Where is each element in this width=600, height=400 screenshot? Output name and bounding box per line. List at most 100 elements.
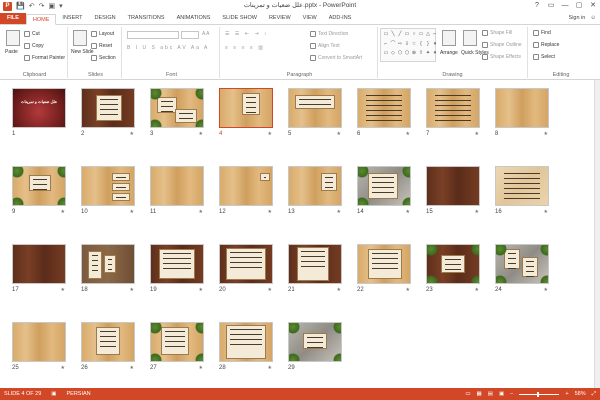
replace-button[interactable]: Replace (533, 42, 559, 48)
slide-thumbnail-19[interactable]: 19 ★ (150, 244, 204, 293)
slide-preview-20[interactable] (219, 244, 273, 284)
slide-preview-9[interactable] (12, 166, 66, 206)
slide-thumbnail-18[interactable]: 18 ★ (81, 244, 135, 293)
slide-preview-2[interactable] (81, 88, 135, 128)
slide-thumbnail-8[interactable]: 8 ★ (495, 88, 549, 137)
slideshow-view-icon[interactable]: ▣ (499, 391, 504, 397)
format-painter-button[interactable]: Format Painter (24, 55, 65, 61)
slide-thumbnail-4[interactable]: 4 ★ (219, 88, 273, 137)
slide-preview-13[interactable] (288, 166, 342, 206)
zoom-slider-knob[interactable] (537, 391, 540, 397)
convert-smartart-button[interactable]: Convert to SmartArt (310, 55, 362, 61)
slide-thumbnail-22[interactable]: 22 ★ (357, 244, 411, 293)
slide-thumbnail-10[interactable]: 10 ★ (81, 166, 135, 215)
layout-button[interactable]: Layout (91, 31, 114, 37)
font-name-combo[interactable] (127, 31, 179, 39)
undo-icon[interactable]: ↶ (29, 2, 35, 10)
normal-view-icon[interactable]: ▭ (465, 391, 470, 397)
list-buttons[interactable]: ☰ ☰ ⇤ ⇥ ↕ (225, 31, 268, 37)
slide-preview-23[interactable] (426, 244, 480, 284)
slide-preview-6[interactable] (357, 88, 411, 128)
transition-star-icon[interactable]: ★ (475, 287, 479, 293)
slide-sorter-view-icon[interactable]: ▦ (477, 391, 482, 397)
tab-add-ins[interactable]: ADD-INS (323, 13, 358, 24)
slide-preview-21[interactable] (288, 244, 342, 284)
sign-in-link[interactable]: Sign in (569, 15, 586, 21)
slide-thumbnail-14[interactable]: 14 ★ (357, 166, 411, 215)
slide-thumbnail-12[interactable]: 12 ★ (219, 166, 273, 215)
slide-preview-12[interactable] (219, 166, 273, 206)
zoom-level[interactable]: 58% (575, 391, 586, 397)
slide-thumbnail-9[interactable]: 9 ★ (12, 166, 66, 215)
ribbon-display-button[interactable]: ▭ (544, 0, 558, 12)
transition-star-icon[interactable]: ★ (337, 131, 341, 137)
new-slide-icon[interactable] (73, 30, 87, 46)
transition-star-icon[interactable]: ★ (337, 209, 341, 215)
transition-star-icon[interactable]: ★ (130, 365, 134, 371)
find-button[interactable]: Find (533, 30, 551, 36)
customize-qat-icon[interactable]: ▾ (59, 2, 63, 10)
tab-review[interactable]: REVIEW (263, 13, 297, 24)
slide-preview-29[interactable] (288, 322, 342, 362)
slide-thumbnail-1[interactable]: علل ضعیات و تمرینات 1 (12, 88, 66, 137)
slide-preview-16[interactable] (495, 166, 549, 206)
transition-star-icon[interactable]: ★ (475, 131, 479, 137)
slide-preview-4[interactable] (219, 88, 273, 128)
tab-design[interactable]: DESIGN (89, 13, 122, 24)
quick-styles-icon[interactable] (463, 30, 477, 46)
transition-star-icon[interactable]: ★ (406, 131, 410, 137)
transition-star-icon[interactable]: ★ (199, 209, 203, 215)
slide-preview-17[interactable] (12, 244, 66, 284)
transition-star-icon[interactable]: ★ (475, 209, 479, 215)
align-buttons[interactable]: ≡ ≡ ≡ ≡ ▥ (225, 45, 265, 51)
tab-home[interactable]: HOME (25, 14, 57, 25)
smiley-icon[interactable]: ☺ (590, 15, 596, 21)
slide-preview-5[interactable] (288, 88, 342, 128)
maximize-button[interactable]: ▢ (572, 0, 586, 12)
transition-star-icon[interactable]: ★ (61, 287, 65, 293)
tab-transitions[interactable]: TRANSITIONS (122, 13, 171, 24)
transition-star-icon[interactable]: ★ (544, 209, 548, 215)
section-button[interactable]: Section (91, 55, 116, 61)
zoom-out-button[interactable]: − (510, 391, 513, 397)
tab-slide-show[interactable]: SLIDE SHOW (216, 13, 263, 24)
tab-insert[interactable]: INSERT (56, 13, 88, 24)
slide-preview-19[interactable] (150, 244, 204, 284)
transition-star-icon[interactable]: ★ (199, 287, 203, 293)
paste-button[interactable]: Paste (5, 49, 18, 55)
transition-star-icon[interactable]: ★ (337, 287, 341, 293)
slide-thumbnail-17[interactable]: 17 ★ (12, 244, 66, 293)
reset-button[interactable]: Reset (91, 43, 112, 49)
fit-slide-icon[interactable]: ⤢ (592, 391, 596, 398)
slide-thumbnail-24[interactable]: 24 ★ (495, 244, 549, 293)
language-indicator[interactable]: PERSIAN (67, 391, 91, 397)
paste-icon[interactable] (6, 30, 20, 46)
slide-preview-24[interactable] (495, 244, 549, 284)
slide-thumbnail-11[interactable]: 11 ★ (150, 166, 204, 215)
slide-thumbnail-15[interactable]: 15 ★ (426, 166, 480, 215)
slide-thumbnail-25[interactable]: 25 ★ (12, 322, 66, 371)
slide-preview-3[interactable] (150, 88, 204, 128)
transition-star-icon[interactable]: ★ (199, 131, 203, 137)
slide-thumbnail-26[interactable]: 26 ★ (81, 322, 135, 371)
transition-star-icon[interactable]: ★ (406, 287, 410, 293)
transition-star-icon[interactable]: ★ (268, 209, 272, 215)
spellcheck-icon[interactable]: ▣ (51, 391, 56, 397)
cut-button[interactable]: Cut (24, 31, 40, 37)
slide-thumbnail-7[interactable]: 7 ★ (426, 88, 480, 137)
slide-thumbnail-23[interactable]: 23 ★ (426, 244, 480, 293)
slide-thumbnail-27[interactable]: 27 ★ (150, 322, 204, 371)
minimize-button[interactable]: — (558, 0, 572, 12)
save-icon[interactable]: 💾 (16, 2, 25, 10)
slide-preview-7[interactable] (426, 88, 480, 128)
copy-button[interactable]: Copy (24, 43, 44, 49)
slide-thumbnail-13[interactable]: 13 ★ (288, 166, 342, 215)
transition-star-icon[interactable]: ★ (130, 209, 134, 215)
slide-preview-1[interactable]: علل ضعیات و تمرینات (12, 88, 66, 128)
arrange-icon[interactable] (442, 30, 456, 46)
zoom-slider[interactable] (519, 391, 560, 397)
transition-star-icon[interactable]: ★ (61, 209, 65, 215)
slide-preview-28[interactable] (219, 322, 273, 362)
slide-preview-26[interactable] (81, 322, 135, 362)
transition-star-icon[interactable]: ★ (544, 287, 548, 293)
